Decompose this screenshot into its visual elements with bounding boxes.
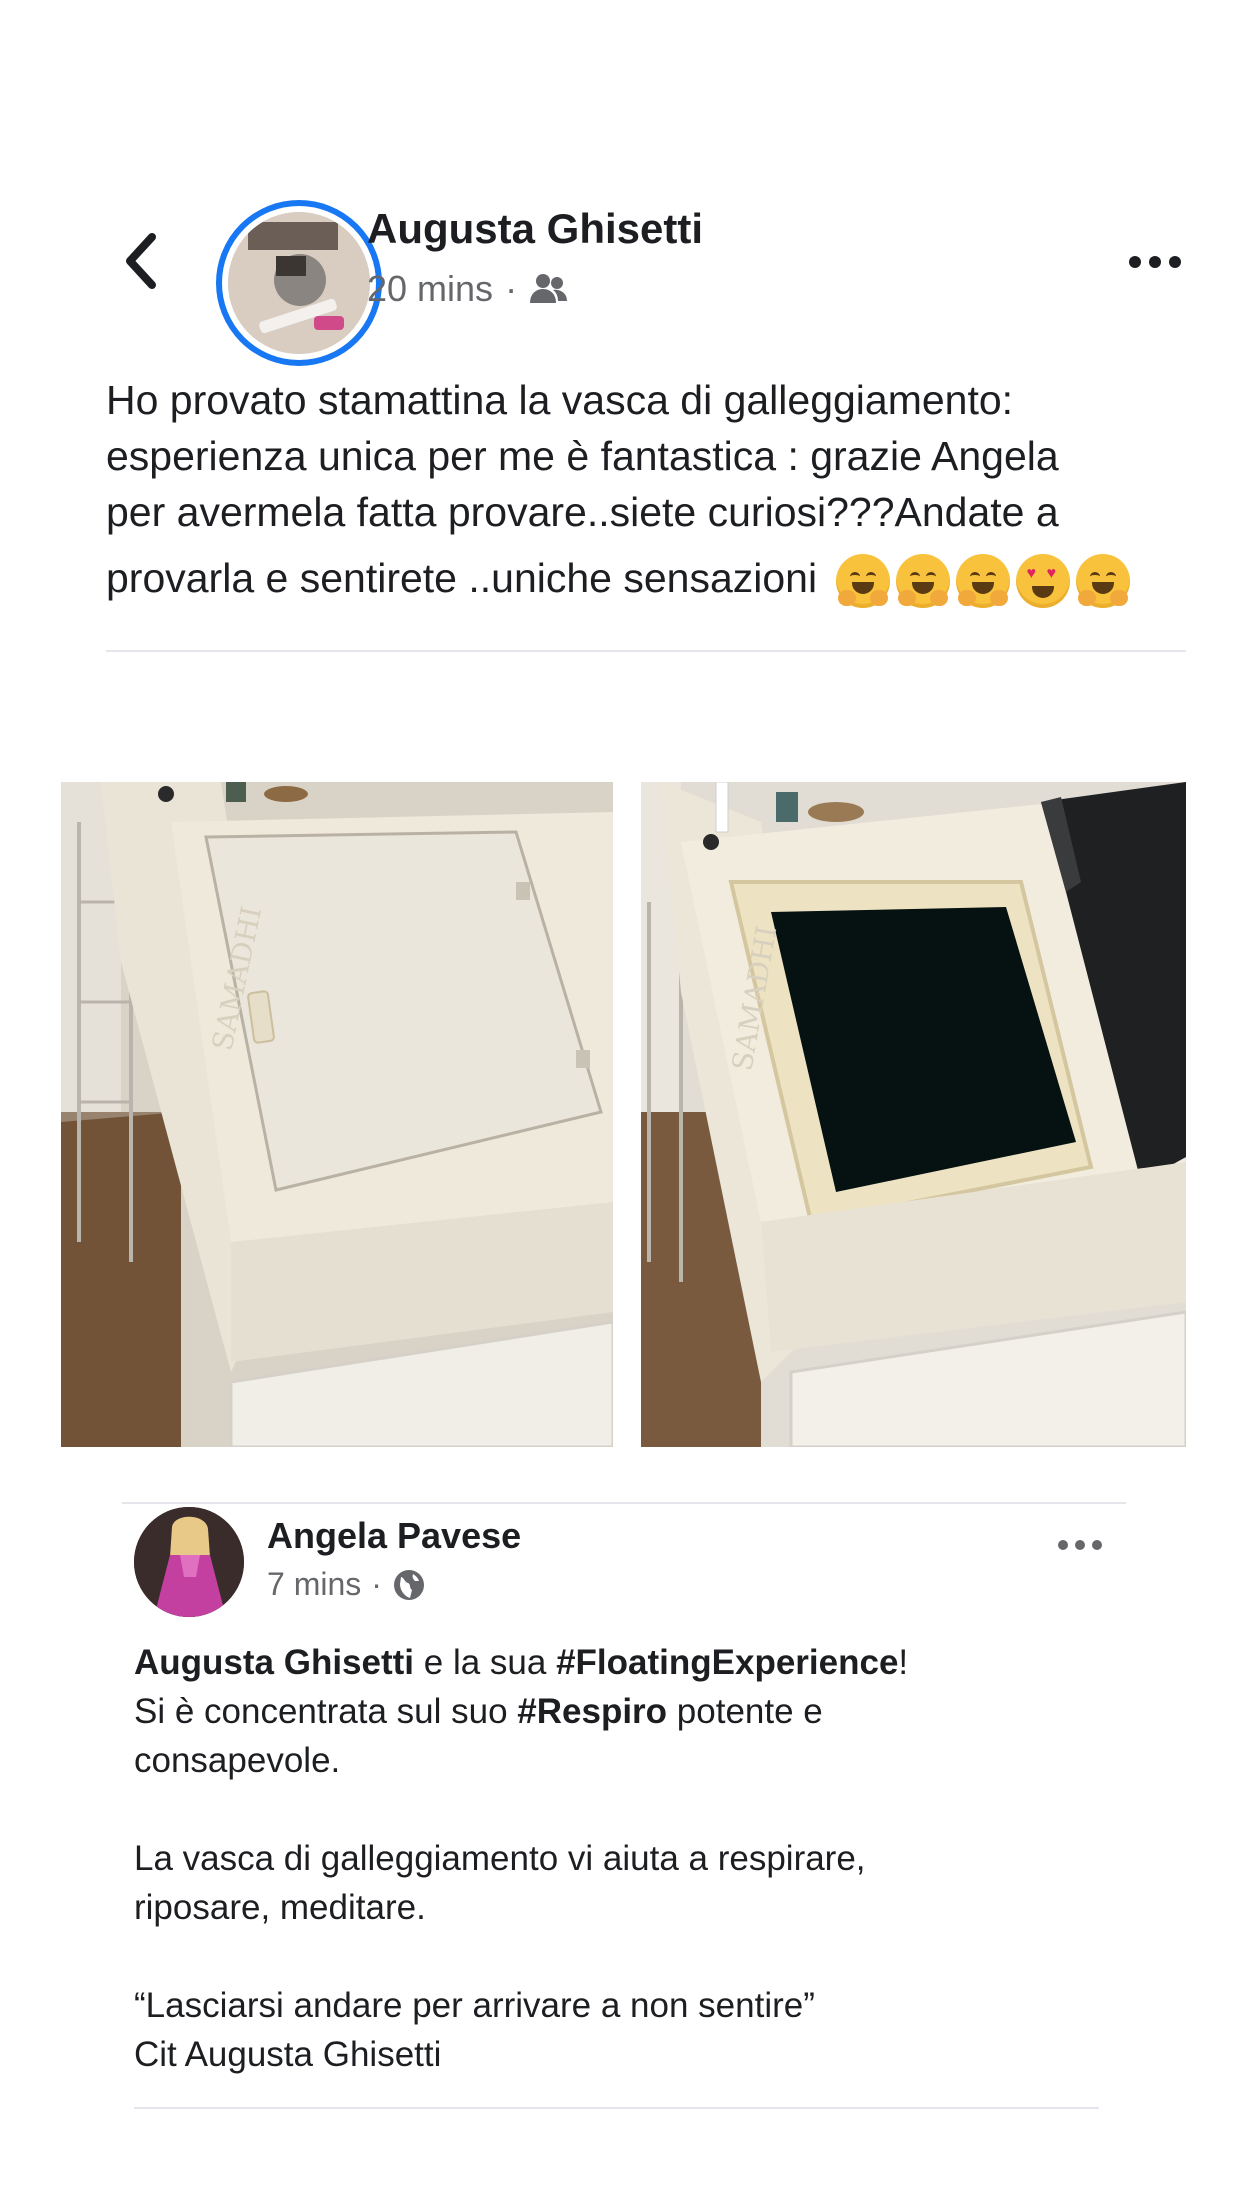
- hugging-face-emoji-icon: [956, 554, 1011, 609]
- shared-text-fragment: !: [898, 1643, 909, 1682]
- shared-author-avatar[interactable]: [134, 1507, 244, 1617]
- chevron-left-icon: [126, 233, 156, 289]
- post-options-button[interactable]: [1120, 240, 1190, 284]
- shared-post-text: Augusta Ghisetti e la sua #FloatingExper…: [134, 1638, 1134, 2079]
- shared-text-line: Augusta Ghisetti e la sua #FloatingExper…: [134, 1638, 1134, 1687]
- shared-text-fragment: e la sua: [414, 1643, 557, 1682]
- shared-post-meta: 7 mins ·: [267, 1566, 426, 1603]
- hashtag-link[interactable]: #Respiro: [517, 1692, 667, 1731]
- friends-icon: [530, 274, 568, 303]
- hugging-face-emoji-icon: [836, 554, 891, 609]
- divider: [134, 2107, 1099, 2109]
- shared-text-line: consapevole.: [134, 1741, 341, 1780]
- author-avatar[interactable]: [216, 200, 382, 366]
- author-avatar-image: [228, 212, 370, 354]
- globe-icon: [393, 1569, 424, 1600]
- float-tank-closed-photo[interactable]: SAMADHI: [61, 782, 613, 1447]
- shared-text-line: La vasca di galleggiamento vi aiuta a re…: [134, 1839, 866, 1878]
- back-button[interactable]: [112, 226, 172, 296]
- shared-text-line: riposare, meditare.: [134, 1888, 426, 1927]
- shared-text-line: “Lasciarsi andare per arrivare a non sen…: [134, 1986, 815, 2025]
- post-text-line: per avermela fatta provare..siete curios…: [106, 489, 1059, 535]
- shared-author-name[interactable]: Angela Pavese: [267, 1515, 521, 1557]
- shared-text-fragment: potente e: [667, 1692, 823, 1731]
- shared-text-fragment: Si è concentrata sul suo: [134, 1692, 518, 1731]
- post-meta: 20 mins ·: [367, 268, 569, 310]
- divider: [106, 650, 1186, 652]
- shared-text-line: Si è concentrata sul suo #Respiro potent…: [134, 1687, 1134, 1736]
- more-dots-icon: [1058, 1540, 1102, 1550]
- post-time[interactable]: 20 mins: [367, 268, 493, 310]
- heart-eyes-face-emoji-icon: ♥ ♥: [1016, 554, 1071, 609]
- float-tank-open-photo[interactable]: SAMADHI: [641, 782, 1186, 1447]
- shared-post-options-button[interactable]: [1050, 1530, 1110, 1560]
- shared-post-time[interactable]: 7 mins: [267, 1566, 361, 1603]
- shared-text-line: Cit Augusta Ghisetti: [134, 2035, 442, 2074]
- post-text-line: provarla e sentirete ..uniche sensazioni: [106, 555, 818, 601]
- mention-link[interactable]: Augusta Ghisetti: [134, 1643, 414, 1682]
- post-text-line: esperienza unica per me è fantastica : g…: [106, 433, 1059, 479]
- author-name[interactable]: Augusta Ghisetti: [367, 205, 703, 253]
- post-text-line: Ho provato stamattina la vasca di galleg…: [106, 377, 1014, 423]
- meta-separator: ·: [505, 268, 518, 309]
- shared-post-divider: [122, 1502, 1126, 1504]
- post-text: Ho provato stamattina la vasca di galleg…: [106, 372, 1186, 609]
- meta-separator: ·: [371, 1566, 382, 1602]
- hugging-face-emoji-icon: [1076, 554, 1131, 609]
- more-dots-icon: [1129, 256, 1181, 268]
- hugging-face-emoji-icon: [896, 554, 951, 609]
- emoji-row: ♥ ♥: [836, 554, 1131, 609]
- hashtag-link[interactable]: #FloatingExperience: [556, 1643, 898, 1682]
